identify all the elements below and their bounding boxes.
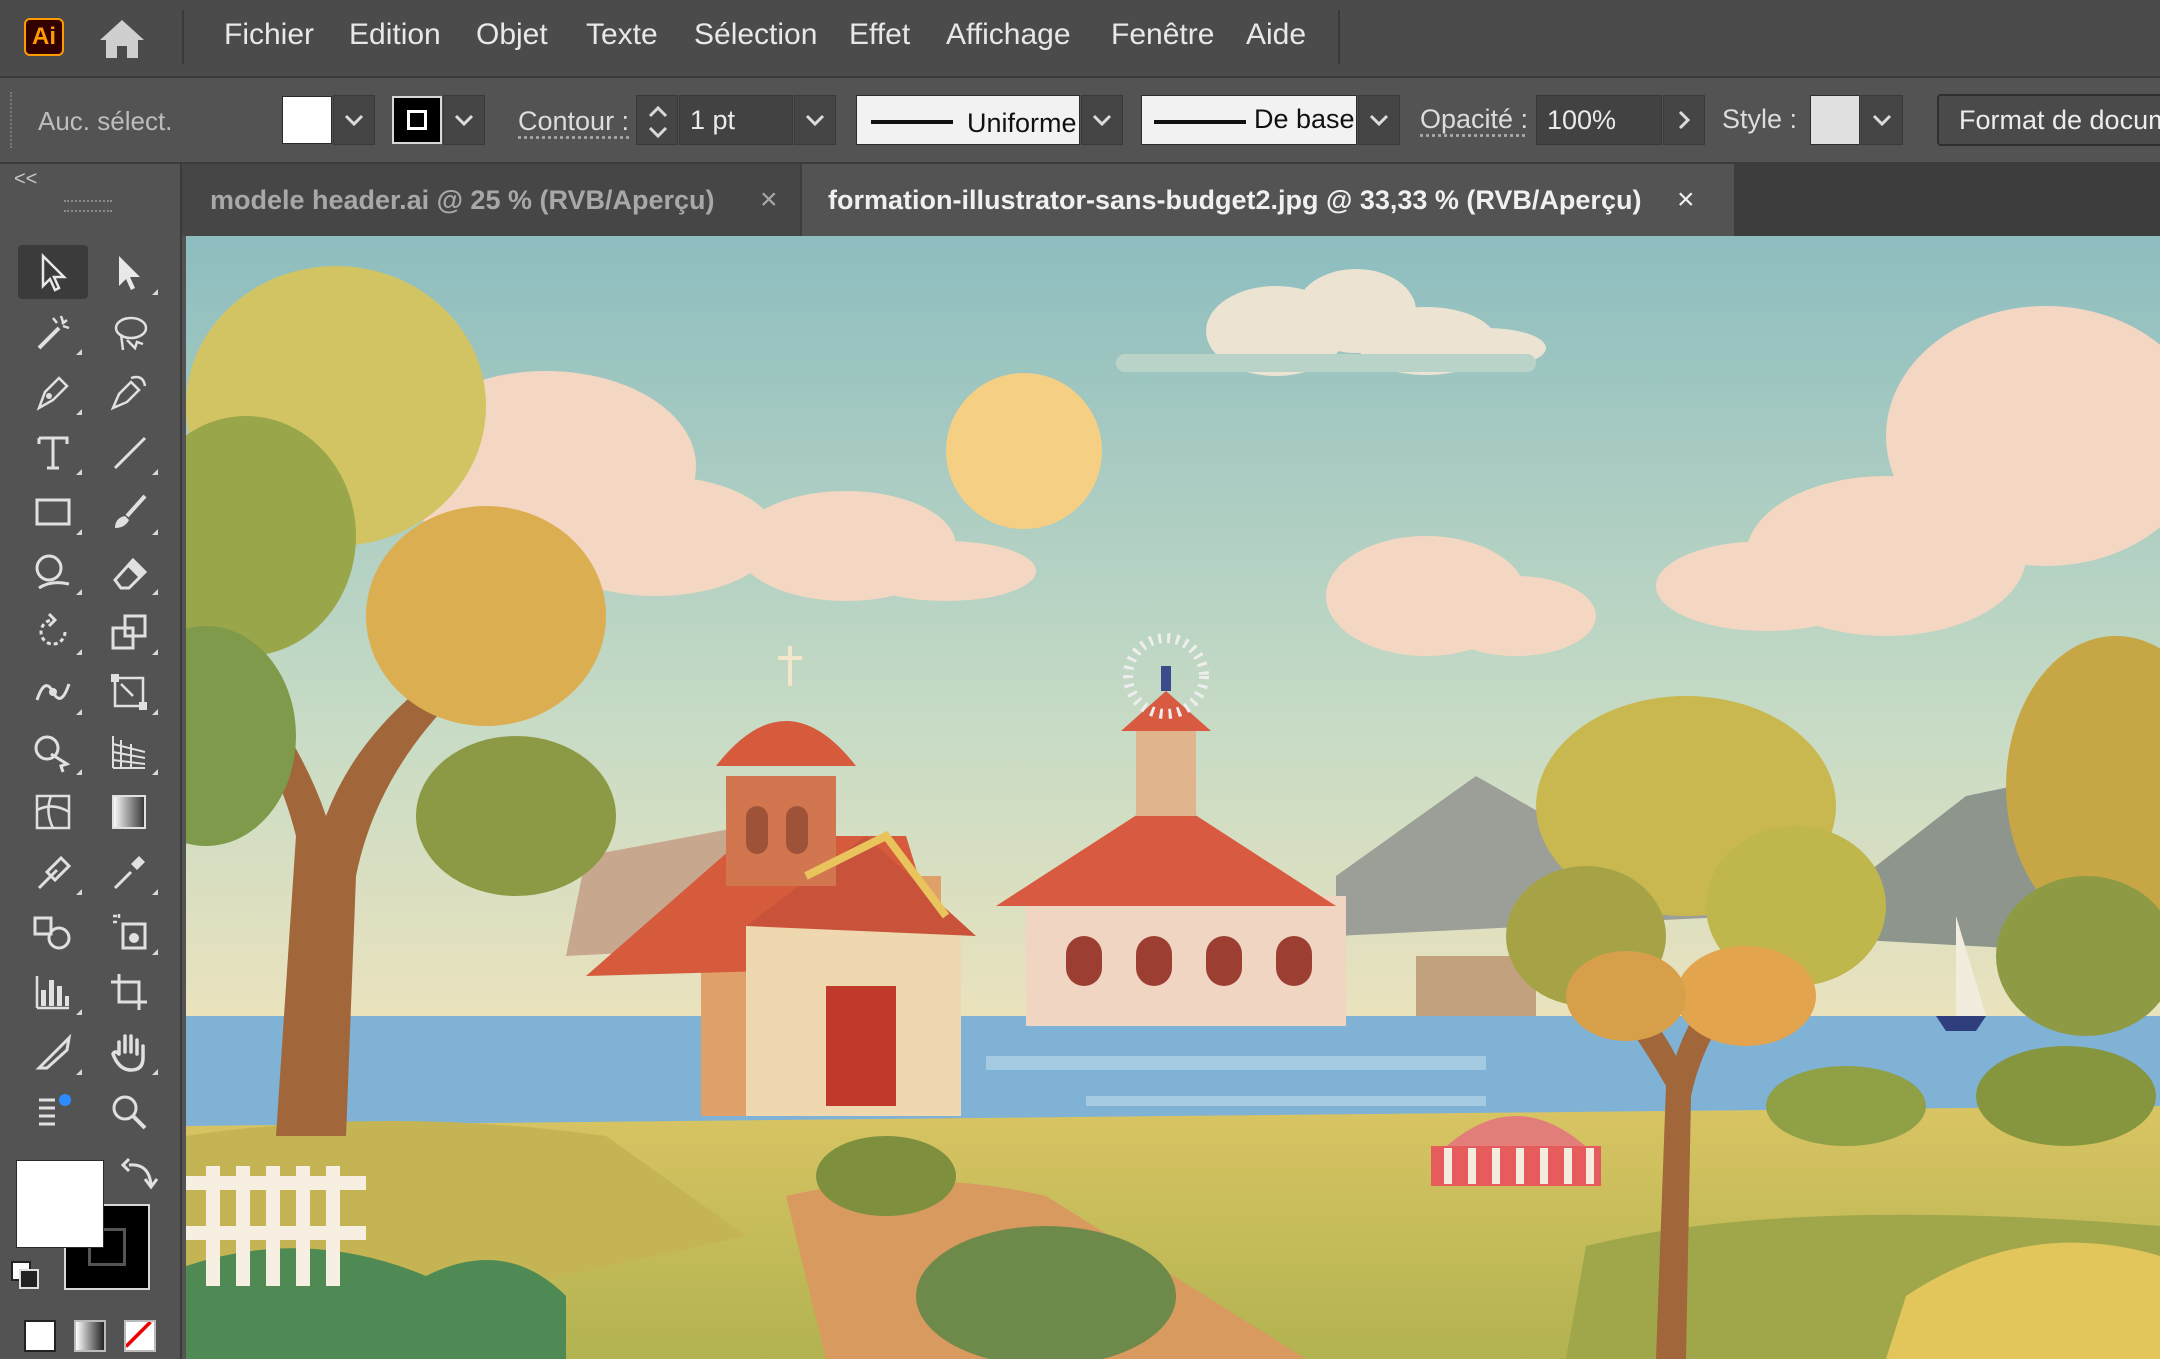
shaper-tool-icon[interactable] <box>18 545 88 599</box>
mesh-tool-icon[interactable] <box>18 785 88 839</box>
eyedropper-tool-icon[interactable] <box>18 845 88 899</box>
tools-panel-grip[interactable] <box>64 200 112 212</box>
menu-bar: Ai Fichier Edition Objet Texte Sélection… <box>0 0 2160 78</box>
curvature-tool-icon[interactable] <box>94 365 164 419</box>
toolbar-edit-tool-icon[interactable] <box>18 1085 88 1139</box>
profile-label: Uniforme <box>967 108 1077 138</box>
tab-modele-header[interactable]: modele header.ai @ 25 % (RVB/Aperçu) × <box>182 164 800 236</box>
control-bar-grip[interactable] <box>10 92 16 148</box>
pen-tool-icon[interactable] <box>18 365 88 419</box>
close-icon[interactable]: × <box>760 164 778 236</box>
chevron-down-icon <box>344 114 364 127</box>
rectangle-tool-icon[interactable] <box>18 485 88 539</box>
profile-dropdown[interactable] <box>1081 95 1123 145</box>
menu-aide[interactable]: Aide <box>1246 18 1306 52</box>
direct-selection-tool-icon[interactable] <box>94 245 164 299</box>
none-mode-icon[interactable] <box>124 1320 156 1352</box>
selection-tool-icon[interactable] <box>18 245 88 299</box>
line-segment-tool-icon[interactable] <box>94 425 164 479</box>
rotate-tool-icon[interactable] <box>18 605 88 659</box>
stroke-weight-dropdown[interactable] <box>794 95 836 145</box>
brush-preview-line <box>1154 120 1246 124</box>
fill-color-box[interactable] <box>16 1160 104 1248</box>
tab-label: modele header.ai @ 25 % (RVB/Aperçu) <box>210 185 715 215</box>
artboard-canvas[interactable] <box>186 236 2160 1359</box>
hand-tool-icon[interactable] <box>94 1025 164 1079</box>
document-setup-button[interactable]: Format de document <box>1937 94 2160 146</box>
shape-builder-tool-icon[interactable] <box>18 725 88 779</box>
swap-fill-stroke-icon[interactable] <box>112 1154 170 1200</box>
magic-wand-tool-icon[interactable] <box>18 305 88 359</box>
color-mode-icon[interactable] <box>24 1320 56 1352</box>
menu-selection[interactable]: Sélection <box>694 18 817 52</box>
menu-effet[interactable]: Effet <box>849 18 910 52</box>
fill-dropdown[interactable] <box>333 95 375 145</box>
chevron-right-icon <box>1678 110 1691 130</box>
app-logo: Ai <box>24 18 64 56</box>
brush-label: De base <box>1254 104 1355 134</box>
menu-objet[interactable]: Objet <box>476 18 548 52</box>
selection-status: Auc. sélect. <box>38 106 173 136</box>
stroke-weight-stepper[interactable] <box>636 95 678 145</box>
opacity-arrow[interactable] <box>1663 95 1705 145</box>
type-tool-icon[interactable] <box>18 425 88 479</box>
scale-tool-icon[interactable] <box>94 605 164 659</box>
gradient-mode-icon[interactable] <box>74 1320 106 1352</box>
menu-separator <box>182 10 184 64</box>
symbol-sprayer-tool-icon[interactable] <box>94 905 164 959</box>
gradient-tool-icon[interactable] <box>94 785 164 839</box>
opacity-input[interactable]: 100% <box>1536 95 1662 145</box>
chevron-down-icon <box>454 114 474 127</box>
home-icon[interactable] <box>96 14 148 62</box>
blend-tool-icon[interactable] <box>18 905 88 959</box>
menu-fichier[interactable]: Fichier <box>224 18 314 52</box>
collapse-panel-icon[interactable]: << <box>14 168 37 191</box>
stroke-label[interactable]: Contour : <box>518 106 629 137</box>
menu-edition[interactable]: Edition <box>349 18 441 52</box>
menu-separator <box>1338 10 1340 64</box>
opacity-label[interactable]: Opacité : <box>1420 104 1528 135</box>
paintbrush-tool-icon[interactable] <box>94 485 164 539</box>
stroke-dropdown[interactable] <box>443 95 485 145</box>
brush-definition[interactable]: De base <box>1141 95 1357 145</box>
document-tabs: modele header.ai @ 25 % (RVB/Aperçu) × f… <box>182 164 2160 236</box>
chevron-down-icon <box>805 114 825 127</box>
tab-formation-illustrator[interactable]: formation-illustrator-sans-budget2.jpg @… <box>802 164 1734 236</box>
zoom-tool-icon[interactable] <box>94 1085 164 1139</box>
stroke-weight-input[interactable]: 1 pt <box>679 95 793 145</box>
slice-tool-icon[interactable] <box>18 1025 88 1079</box>
eyedropper-measure-tool-icon[interactable] <box>94 845 164 899</box>
eraser-tool-icon[interactable] <box>94 545 164 599</box>
placed-illustration <box>186 236 2160 1359</box>
menu-texte[interactable]: Texte <box>586 18 658 52</box>
menu-fenetre[interactable]: Fenêtre <box>1111 18 1214 52</box>
profile-preview-line <box>871 120 953 124</box>
chevron-down-icon <box>1872 114 1892 127</box>
close-icon[interactable]: × <box>1677 164 1695 236</box>
default-fill-stroke-icon[interactable] <box>6 1256 50 1300</box>
tab-label: formation-illustrator-sans-budget2.jpg @… <box>828 185 1642 215</box>
variable-width-profile[interactable]: Uniforme <box>856 95 1080 145</box>
stroke-swatch[interactable] <box>392 96 442 144</box>
style-dropdown[interactable] <box>1861 95 1903 145</box>
brush-dropdown[interactable] <box>1358 95 1400 145</box>
width-tool-icon[interactable] <box>18 665 88 719</box>
fill-swatch[interactable] <box>282 96 332 144</box>
perspective-grid-tool-icon[interactable] <box>94 725 164 779</box>
graphic-style-swatch[interactable] <box>1810 95 1860 145</box>
chevron-down-icon <box>1369 114 1389 127</box>
menu-affichage[interactable]: Affichage <box>946 18 1071 52</box>
column-graph-tool-icon[interactable] <box>18 965 88 1019</box>
style-label: Style : <box>1722 104 1798 134</box>
free-transform-tool-icon[interactable] <box>94 665 164 719</box>
stroke-swatch-inner <box>407 110 427 130</box>
lasso-tool-icon[interactable] <box>94 305 164 359</box>
chevron-down-icon <box>1092 114 1112 127</box>
artboard-tool-icon[interactable] <box>94 965 164 1019</box>
